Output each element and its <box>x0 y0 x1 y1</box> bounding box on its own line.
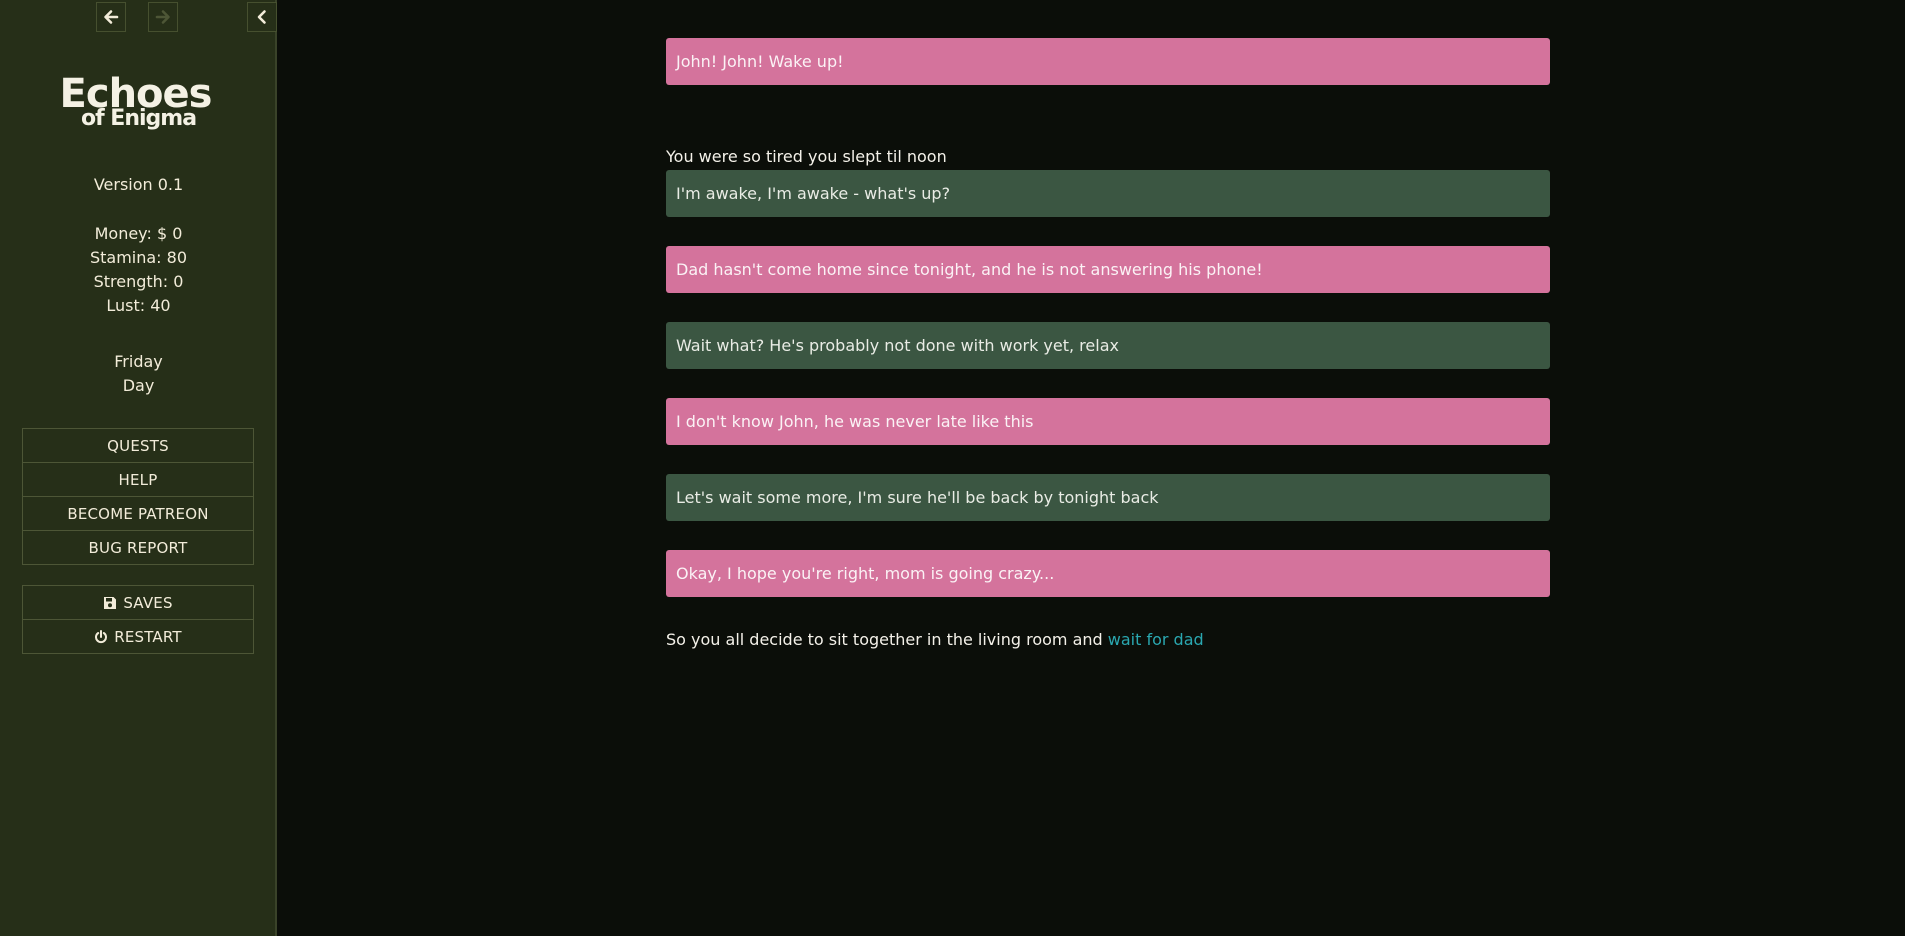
bug-report-label: BUG REPORT <box>88 538 188 557</box>
dialogue-sister-1: John! John! Wake up! <box>666 38 1550 85</box>
saves-button[interactable]: SAVES <box>22 585 254 620</box>
become-patreon-label: BECOME PATREON <box>67 504 209 523</box>
stamina-stat: Stamina: 80 <box>89 248 188 267</box>
sidebar: Echoes of Enigma Version 0.1 Money: $ 0 … <box>0 0 277 936</box>
money-stat: Money: $ 0 <box>94 224 183 243</box>
restart-label: RESTART <box>114 627 182 646</box>
quests-label: QUESTS <box>107 436 169 455</box>
logo-line-2: of Enigma <box>80 106 197 131</box>
dialogue-text: Okay, I hope you're right, mom is going … <box>676 564 1055 583</box>
back-button[interactable] <box>96 2 126 32</box>
narration-text: You were so tired you slept til noon <box>666 147 947 166</box>
dialogue-john-1: I'm awake, I'm awake - what's up? <box>666 170 1550 217</box>
saves-label: SAVES <box>123 593 173 612</box>
stats-panel: Money: $ 0 Stamina: 80 Strength: 0 Lust:… <box>0 222 277 318</box>
dialogue-text: John! John! Wake up! <box>676 52 844 71</box>
dialogue-john-3: Let's wait some more, I'm sure he'll be … <box>666 474 1550 521</box>
help-button[interactable]: HELP <box>22 462 254 497</box>
day-label: Friday <box>114 352 163 371</box>
dialogue-john-2: Wait what? He's probably not done with w… <box>666 322 1550 369</box>
dialogue-sister-2: Dad hasn't come home since tonight, and … <box>666 246 1550 293</box>
time-panel: Friday Day <box>0 350 277 398</box>
arrow-right-icon <box>155 10 170 24</box>
system-menu: SAVES RESTART <box>22 585 254 654</box>
version-label: Version 0.1 <box>93 175 184 194</box>
bug-report-button[interactable]: BUG REPORT <box>22 530 254 565</box>
dialogue-text: Dad hasn't come home since tonight, and … <box>676 260 1263 279</box>
power-icon <box>95 629 108 643</box>
dialogue-text: Wait what? He's probably not done with w… <box>676 336 1119 355</box>
wait-for-dad-link[interactable]: wait for dad <box>1108 630 1204 649</box>
strength-stat: Strength: 0 <box>93 272 184 291</box>
help-label: HELP <box>118 470 158 489</box>
dialogue-sister-4: Okay, I hope you're right, mom is going … <box>666 550 1550 597</box>
final-narration-text: So you all decide to sit together in the… <box>666 630 1108 649</box>
forward-button[interactable] <box>148 2 178 32</box>
restart-button[interactable]: RESTART <box>22 619 254 654</box>
dialogue-text: Let's wait some more, I'm sure he'll be … <box>676 488 1159 507</box>
become-patreon-button[interactable]: BECOME PATREON <box>22 496 254 531</box>
arrow-left-icon <box>104 10 119 24</box>
dialogue-sister-3: I don't know John, he was never late lik… <box>666 398 1550 445</box>
chevron-left-icon <box>257 10 266 24</box>
period-label: Day <box>122 376 155 395</box>
dialogue-text: I don't know John, he was never late lik… <box>676 412 1034 431</box>
final-narration: So you all decide to sit together in the… <box>666 630 1204 649</box>
lust-stat: Lust: 40 <box>106 296 171 315</box>
quests-button[interactable]: QUESTS <box>22 428 254 463</box>
game-logo: Echoes of Enigma <box>0 74 277 130</box>
dialogue-text: I'm awake, I'm awake - what's up? <box>676 184 951 203</box>
collapse-sidebar-button[interactable] <box>247 2 277 32</box>
floppy-disk-icon <box>104 596 117 609</box>
main-menu: QUESTS HELP BECOME PATREON BUG REPORT <box>22 428 254 565</box>
